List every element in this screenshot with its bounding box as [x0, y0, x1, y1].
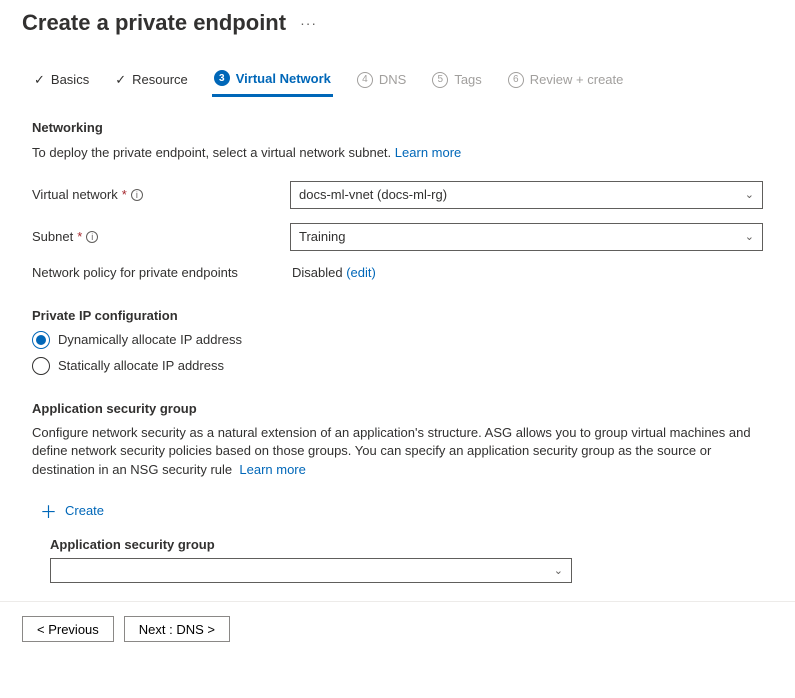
radio-icon [32, 331, 50, 349]
chevron-down-icon: ⌄ [745, 188, 754, 201]
select-value: Training [299, 229, 345, 244]
description-text: To deploy the private endpoint, select a… [32, 145, 391, 160]
network-policy-label: Network policy for private endpoints [32, 265, 290, 280]
label-text: Virtual network [32, 187, 118, 202]
virtual-network-select[interactable]: docs-ml-vnet (docs-ml-rg) ⌄ [290, 181, 763, 209]
step-number-icon: 4 [357, 72, 373, 88]
tab-label: Tags [454, 72, 481, 87]
wizard-tabs: ✓ Basics ✓ Resource 3 Virtual Network 4 … [22, 64, 773, 98]
virtual-network-label: Virtual network * i [32, 187, 290, 202]
step-number-icon: 5 [432, 72, 448, 88]
radio-label: Statically allocate IP address [58, 358, 224, 373]
radio-icon [32, 357, 50, 375]
page-title: Create a private endpoint [22, 10, 286, 36]
subnet-label: Subnet * i [32, 229, 290, 244]
asg-create-button[interactable]: ＋ Create [40, 498, 763, 523]
info-icon[interactable]: i [131, 189, 143, 201]
check-icon: ✓ [115, 72, 126, 88]
tab-label: DNS [379, 72, 406, 87]
chevron-down-icon: ⌄ [745, 230, 754, 243]
select-value: docs-ml-vnet (docs-ml-rg) [299, 187, 447, 202]
learn-more-link[interactable]: Learn more [395, 145, 461, 160]
asg-select[interactable]: ⌄ [50, 558, 572, 583]
asg-heading: Application security group [32, 401, 763, 416]
asg-description: Configure network security as a natural … [32, 424, 763, 481]
required-indicator: * [122, 187, 127, 202]
tab-resource[interactable]: ✓ Resource [113, 64, 190, 97]
tab-tags[interactable]: 5 Tags [430, 64, 483, 97]
info-icon[interactable]: i [86, 231, 98, 243]
tab-virtual-network[interactable]: 3 Virtual Network [212, 64, 333, 97]
chevron-down-icon: ⌄ [554, 564, 563, 577]
label-text: Subnet [32, 229, 73, 244]
required-indicator: * [77, 229, 82, 244]
tab-label: Resource [132, 72, 188, 87]
tab-review-create[interactable]: 6 Review + create [506, 64, 626, 97]
tab-label: Basics [51, 72, 89, 87]
tab-basics[interactable]: ✓ Basics [32, 64, 91, 97]
radio-dynamic-ip[interactable]: Dynamically allocate IP address [32, 331, 763, 349]
radio-static-ip[interactable]: Statically allocate IP address [32, 357, 763, 375]
networking-description: To deploy the private endpoint, select a… [32, 143, 763, 163]
wizard-footer: < Previous Next : DNS > [0, 601, 795, 656]
asg-learn-more-link[interactable]: Learn more [239, 462, 305, 477]
more-actions-icon[interactable]: ··· [300, 15, 317, 31]
step-number-icon: 3 [214, 70, 230, 86]
network-policy-edit-link[interactable]: (edit) [346, 265, 376, 280]
step-number-icon: 6 [508, 72, 524, 88]
description-text: Configure network security as a natural … [32, 425, 751, 478]
network-policy-value: Disabled [292, 265, 343, 280]
check-icon: ✓ [34, 72, 45, 88]
ip-config-heading: Private IP configuration [32, 308, 763, 323]
networking-heading: Networking [32, 120, 763, 135]
asg-column-label: Application security group [50, 537, 763, 552]
tab-label: Review + create [530, 72, 624, 87]
tab-dns[interactable]: 4 DNS [355, 64, 408, 97]
plus-icon: ＋ [40, 498, 57, 523]
create-label: Create [65, 503, 104, 518]
radio-label: Dynamically allocate IP address [58, 332, 242, 347]
previous-button[interactable]: < Previous [22, 616, 114, 642]
tab-label: Virtual Network [236, 71, 331, 86]
next-button[interactable]: Next : DNS > [124, 616, 230, 642]
subnet-select[interactable]: Training ⌄ [290, 223, 763, 251]
